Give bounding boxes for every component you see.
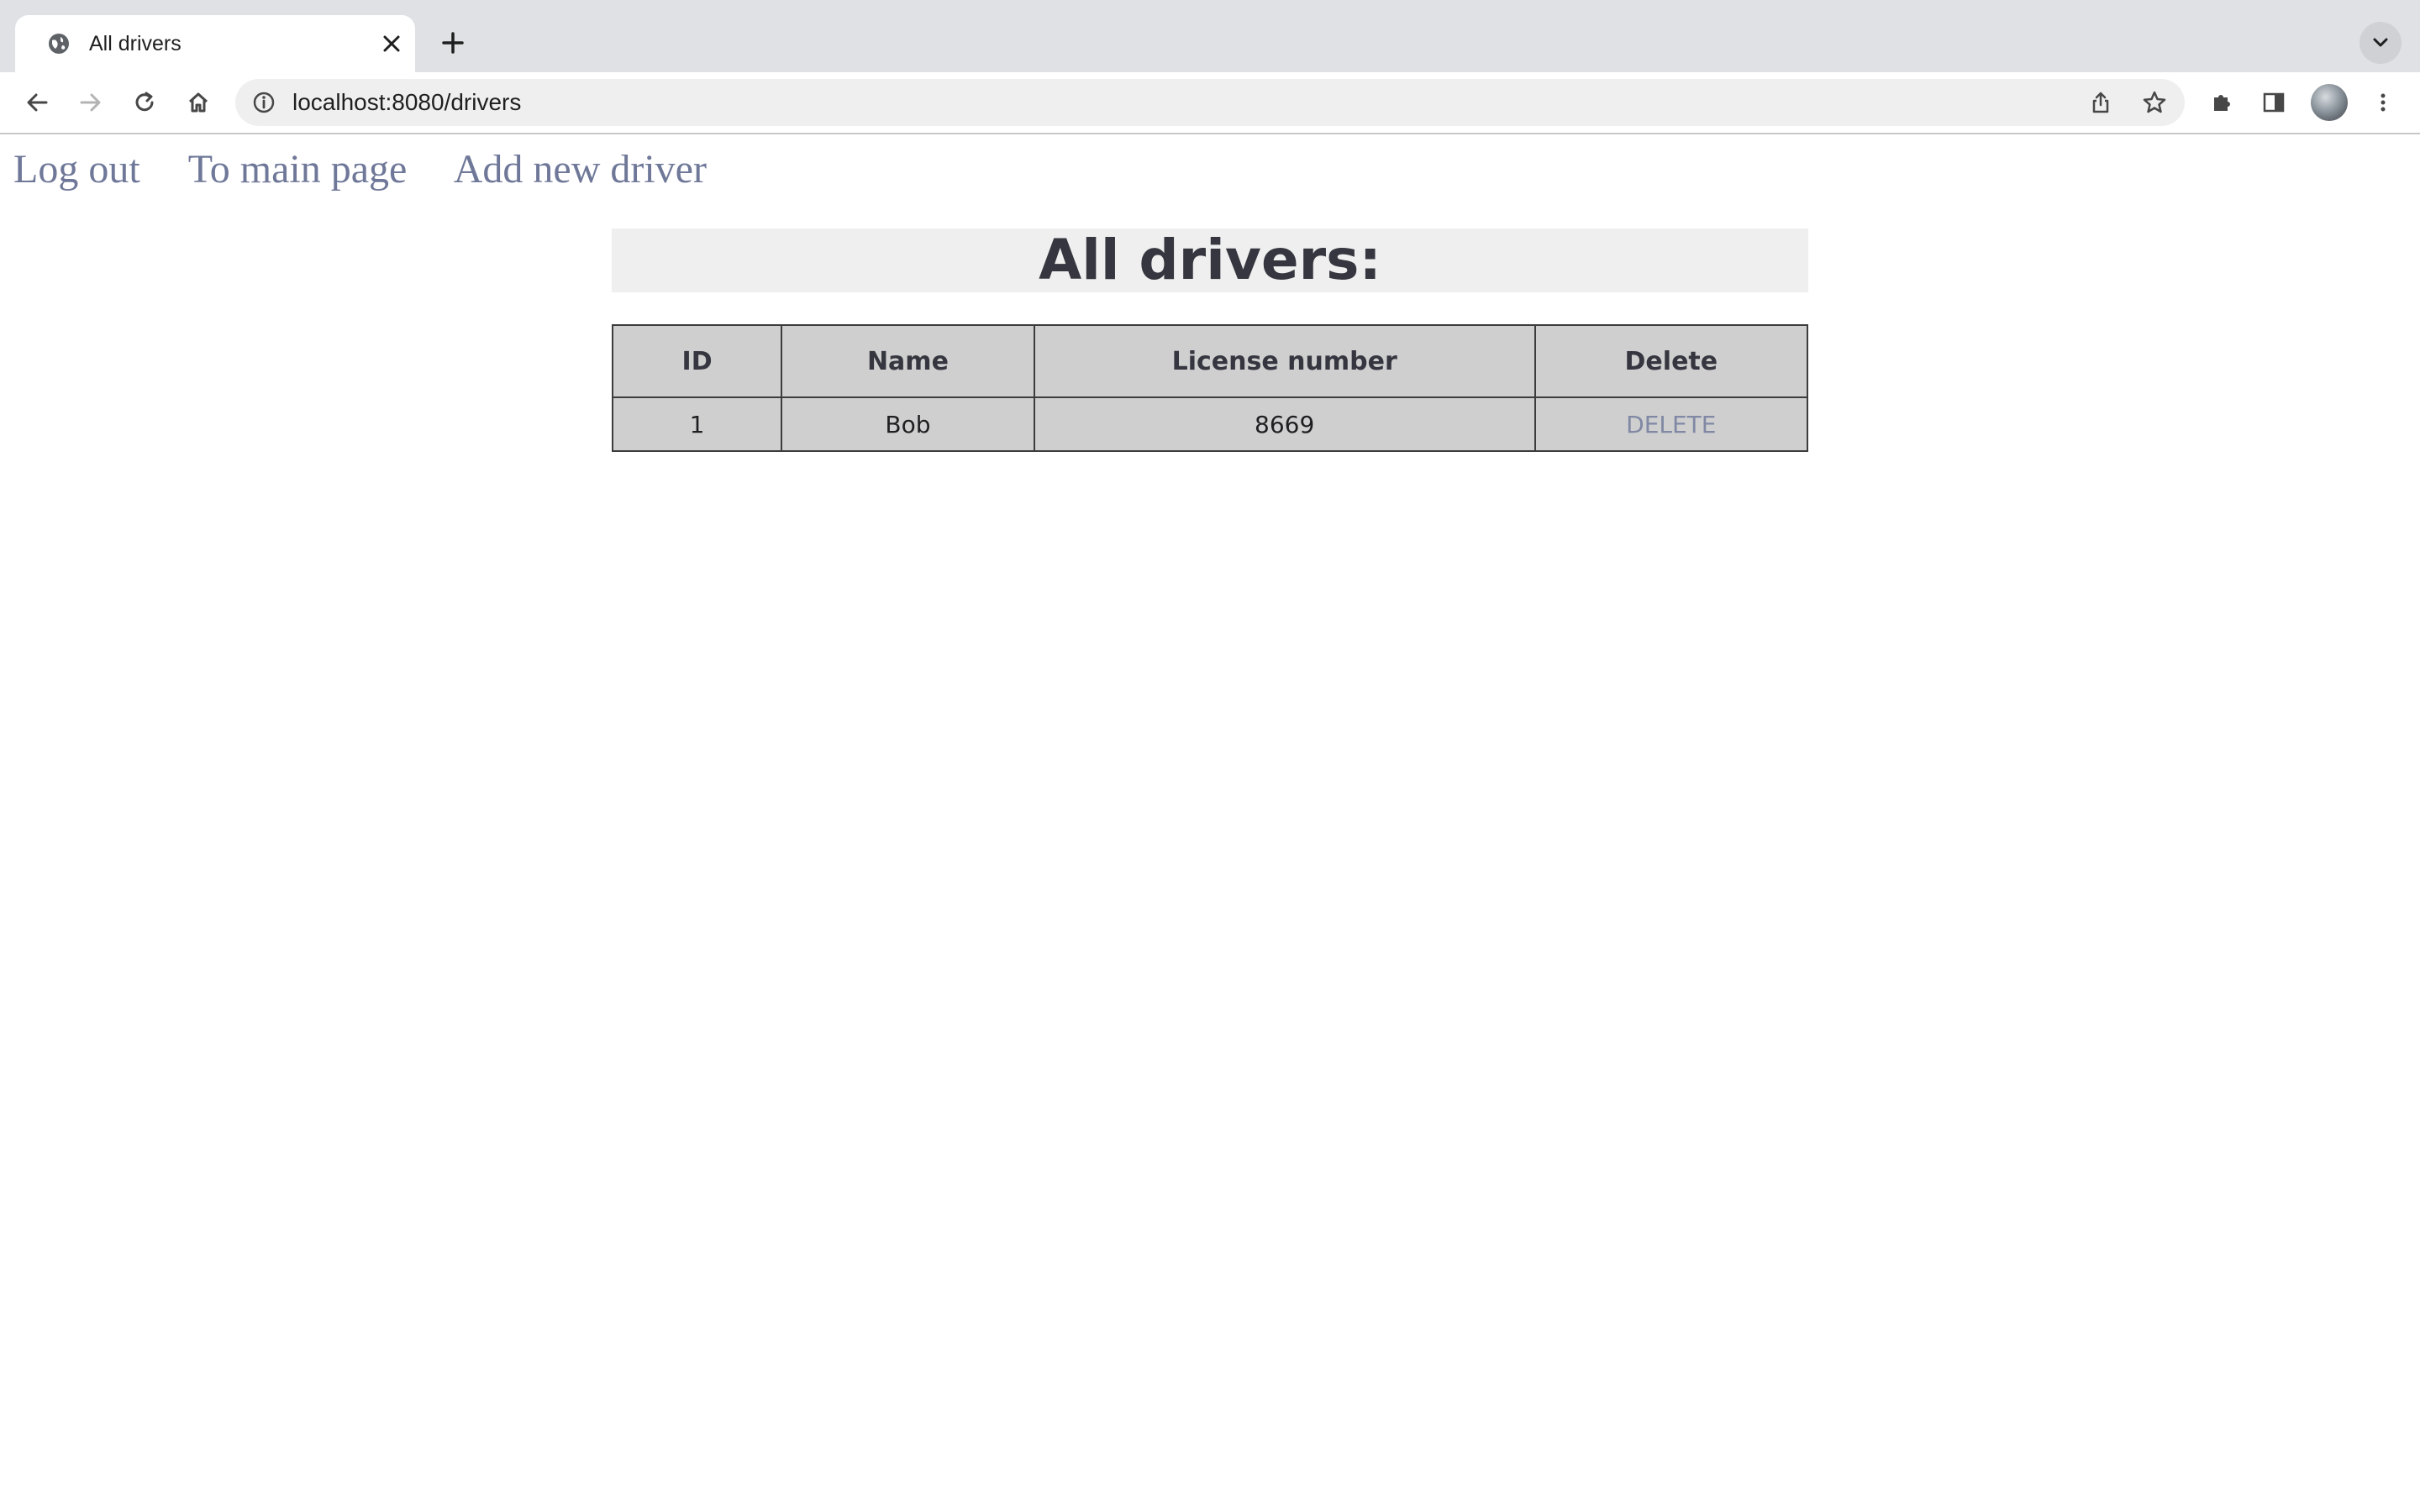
table-row: 1 Bob 8669 DELETE [611, 396, 1809, 452]
main-page-link[interactable]: To main page [188, 147, 408, 192]
tab-title: All drivers [89, 32, 182, 55]
page-title: All drivers: [612, 228, 1808, 292]
chevron-down-icon [2373, 38, 2388, 47]
cell-delete: DELETE [1534, 396, 1809, 452]
cell-name: Bob [781, 396, 1035, 452]
forward-button[interactable] [71, 82, 111, 123]
cell-id: 1 [611, 396, 783, 452]
new-tab-button[interactable] [432, 22, 474, 64]
plus-icon [442, 32, 464, 54]
info-icon[interactable] [252, 91, 276, 114]
side-panel-icon [2263, 92, 2285, 113]
drivers-table: ID Name License number Delete 1 Bob 8669… [611, 324, 1809, 452]
column-header-license-number: License number [1033, 324, 1536, 398]
home-icon [188, 92, 208, 113]
side-panel-button[interactable] [2254, 82, 2294, 123]
column-header-id: ID [611, 324, 783, 398]
reload-button[interactable] [124, 82, 165, 123]
arrow-left-icon [27, 93, 48, 112]
column-header-delete: Delete [1534, 324, 1809, 398]
home-button[interactable] [178, 82, 218, 123]
share-icon[interactable] [2087, 89, 2114, 116]
avatar[interactable] [2311, 84, 2348, 121]
back-button[interactable] [17, 82, 57, 123]
table-header-row: ID Name License number Delete [611, 324, 1809, 398]
puzzle-icon [2214, 95, 2230, 111]
top-nav: Log out To main page Add new driver [13, 146, 745, 193]
menu-button[interactable] [2363, 82, 2403, 123]
reload-icon [135, 92, 154, 112]
cell-license-number: 8669 [1033, 396, 1536, 452]
globe-icon [47, 32, 71, 55]
browser-tab[interactable]: All drivers [15, 15, 415, 72]
address-bar[interactable]: localhost:8080/drivers [235, 79, 2185, 126]
url-text[interactable]: localhost:8080/drivers [292, 89, 521, 116]
browser-toolbar: localhost:8080/drivers [0, 72, 2420, 134]
star-icon[interactable] [2141, 89, 2168, 116]
tab-strip: All drivers [0, 0, 2420, 72]
add-driver-link[interactable]: Add new driver [454, 147, 707, 192]
column-header-name: Name [781, 324, 1035, 398]
logout-link[interactable]: Log out [13, 147, 140, 192]
close-icon[interactable] [378, 30, 405, 57]
extensions-button[interactable] [2202, 82, 2242, 123]
tab-search-button[interactable] [2360, 22, 2402, 64]
arrow-right-icon [80, 93, 101, 112]
delete-link[interactable]: DELETE [1626, 411, 1716, 438]
page-content: Log out To main page Add new driver All … [0, 134, 2420, 1512]
more-vert-icon [2381, 93, 2386, 112]
